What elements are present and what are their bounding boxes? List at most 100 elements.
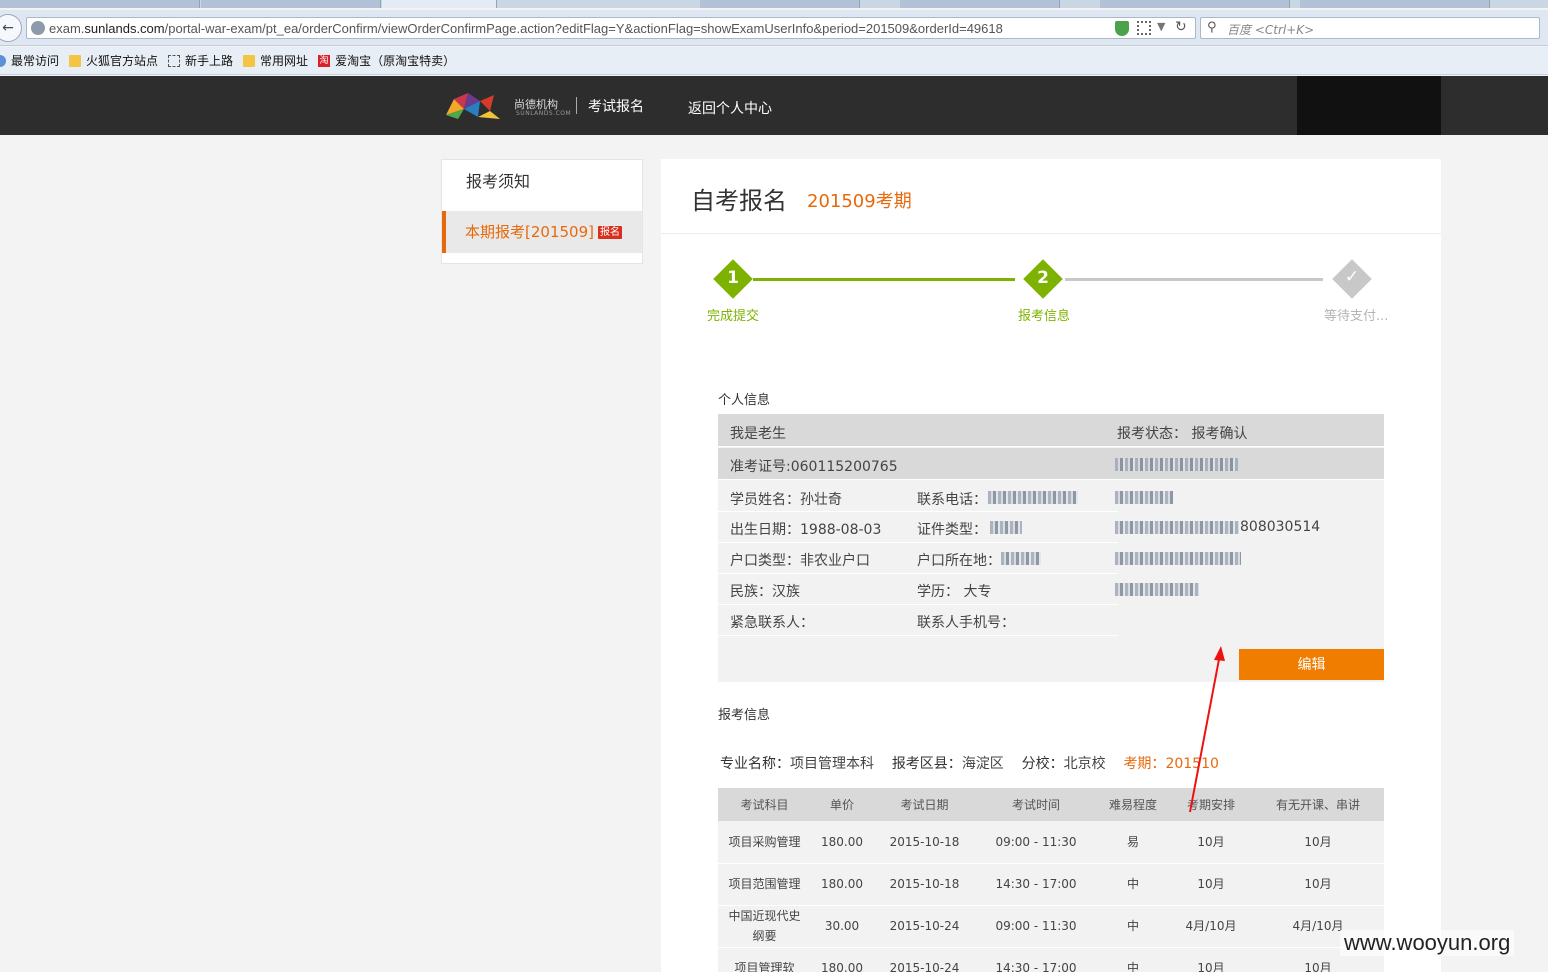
page-title: 自考报名: [691, 187, 787, 215]
address-bar[interactable]: exam.sunlands.com/portal-war-exam/pt_ea/…: [26, 17, 1196, 39]
student-name: 学员姓名：孙壮奇: [730, 492, 842, 508]
table-cell: 30.00: [811, 905, 873, 948]
column-header: 考试科目: [718, 788, 811, 821]
header-divider: [576, 97, 577, 114]
header-user-area[interactable]: [1297, 76, 1441, 135]
main-header: 自考报名 201509考期: [661, 159, 1441, 234]
table-cell: 中: [1096, 905, 1170, 948]
status-badge: 报名: [597, 226, 622, 239]
step-1-number: 1: [727, 268, 739, 288]
taobao-icon: 淘: [318, 54, 331, 67]
row-divider: [718, 635, 1118, 636]
search-icon: ⚲: [1207, 20, 1217, 35]
redacted-value: [1115, 521, 1239, 534]
personal-info-box: 我是老生 报考状态： 报考确认 准考证号:060115200765 学员姓名：孙…: [718, 414, 1384, 682]
table-row: 项目管理软 180.00 2015-10-24 14:30 - 17:00 中 …: [718, 947, 1384, 972]
redacted-value: [990, 521, 1022, 534]
star-icon: [0, 54, 6, 67]
browser-tabstrip: [0, 0, 1548, 8]
table-cell: 10月: [1252, 863, 1384, 906]
major-value: 项目管理本科: [790, 756, 874, 772]
bookmark-getting-started[interactable]: 新手上路: [168, 52, 233, 69]
table-cell: 14:30 - 17:00: [976, 947, 1096, 972]
row-divider: [718, 573, 1118, 574]
table-row: 中国近现代史纲要 30.00 2015-10-24 09:00 - 11:30 …: [718, 905, 1384, 948]
annotation-arrow-icon: [1189, 646, 1225, 813]
id-type-label: 证件类型：: [917, 522, 987, 538]
table-cell: 2015-10-18: [873, 863, 976, 906]
emergency-contact-label: 紧急联系人：: [730, 615, 814, 631]
birth-date: 出生日期：1988-08-03: [730, 522, 882, 538]
bookmark-label: 常用网址: [260, 54, 309, 68]
sidebar: 报考须知 本期报考[201509] 报名: [441, 159, 643, 264]
sidebar-item-notice[interactable]: 报考须知: [442, 160, 642, 210]
step-2-label: 报考信息: [1018, 309, 1071, 324]
table-cell: 中: [1096, 947, 1170, 972]
browser-tab[interactable]: [1300, 0, 1490, 8]
nav-exam-registration[interactable]: 考试报名: [588, 96, 644, 116]
shield-icon[interactable]: [1115, 21, 1129, 36]
bookmark-common-sites[interactable]: 常用网址: [243, 52, 308, 69]
table-cell: 09:00 - 11:30: [976, 821, 1096, 864]
bookmark-firefox-site[interactable]: 火狐官方站点: [69, 52, 158, 69]
table-cell: 2015-10-24: [873, 947, 976, 972]
branch-value: 北京校: [1063, 756, 1106, 772]
period-label: 考期：: [1123, 756, 1166, 772]
ethnicity: 民族：汉族: [730, 584, 800, 600]
column-header: 单价: [811, 788, 873, 821]
browser-tab-active[interactable]: [382, 0, 497, 8]
redacted-value: [1115, 583, 1199, 596]
redacted-value: [1001, 552, 1041, 565]
reload-icon[interactable]: ↻: [1175, 19, 1187, 35]
table-cell: 10月: [1170, 947, 1252, 972]
row-divider: [718, 604, 1118, 605]
redacted-value: [1115, 552, 1241, 565]
table-header-row: 考试科目 单价 考试日期 考试时间 难易程度 考期安排 有无开课、串讲: [718, 788, 1384, 821]
row-divider: [718, 542, 1118, 543]
browser-tab[interactable]: [201, 0, 381, 8]
major-label: 专业名称：: [720, 756, 790, 772]
table-cell: 180.00: [811, 863, 873, 906]
step-connector-done: [753, 278, 1015, 281]
address-text: exam.sunlands.com/portal-war-exam/pt_ea/…: [49, 21, 1003, 36]
sidebar-item-current-period[interactable]: 本期报考[201509] 报名: [442, 211, 642, 253]
browser-navbar: ← exam.sunlands.com/portal-war-exam/pt_e…: [0, 10, 1548, 46]
table-cell: 项目采购管理: [718, 821, 811, 864]
folder-icon: [69, 54, 82, 67]
edit-button[interactable]: 编辑: [1239, 649, 1384, 680]
id-number-tail: 808030514: [1240, 519, 1321, 535]
watermark: www.wooyun.org: [1340, 930, 1515, 956]
chevron-down-icon[interactable]: ▼: [1157, 20, 1165, 33]
column-header: 考试日期: [873, 788, 976, 821]
column-header: 有无开课、串讲: [1252, 788, 1384, 821]
nav-back-to-profile[interactable]: 返回个人中心: [688, 98, 772, 118]
search-input[interactable]: ⚲ 百度 <Ctrl+K>: [1200, 17, 1540, 39]
student-type: 我是老生: [730, 426, 786, 442]
redacted-value: [988, 491, 1078, 504]
table-cell: 10月: [1170, 821, 1252, 864]
emergency-phone-label: 联系人手机号：: [917, 615, 1015, 631]
back-arrow-icon[interactable]: ←: [0, 14, 22, 42]
table-cell: 180.00: [811, 947, 873, 972]
exam-info-heading: 报考信息: [718, 708, 771, 723]
branch-label: 分校：: [1021, 756, 1064, 772]
column-header: 难易程度: [1096, 788, 1170, 821]
bookmark-label: 火狐官方站点: [86, 54, 159, 68]
browser-tab[interactable]: [1100, 0, 1290, 8]
hukou-type: 户口类型：非农业户口: [730, 553, 870, 569]
table-cell: 09:00 - 11:30: [976, 905, 1096, 948]
table-row: 项目范围管理 180.00 2015-10-18 14:30 - 17:00 中…: [718, 863, 1384, 906]
site-header: 尚德机构 SUNLANDS.COM 考试报名 返回个人中心: [0, 76, 1548, 135]
sunlands-logo-icon[interactable]: [444, 89, 502, 121]
bookmark-taobao[interactable]: 淘爱淘宝（原淘宝特卖）: [318, 52, 455, 69]
browser-tab[interactable]: [0, 0, 200, 8]
qr-code-icon[interactable]: [1137, 21, 1151, 35]
browser-tab[interactable]: [700, 0, 860, 8]
table-cell: 中国近现代史纲要: [718, 905, 811, 948]
browser-tab[interactable]: [900, 0, 1060, 8]
table-cell: 14:30 - 17:00: [976, 863, 1096, 906]
step-3-label: 等待支付...: [1324, 309, 1389, 324]
info-header-row: 我是老生 报考状态： 报考确认: [718, 414, 1384, 447]
redacted-value: [1115, 491, 1173, 504]
bookmark-most-visited[interactable]: 最常访问: [0, 52, 59, 69]
